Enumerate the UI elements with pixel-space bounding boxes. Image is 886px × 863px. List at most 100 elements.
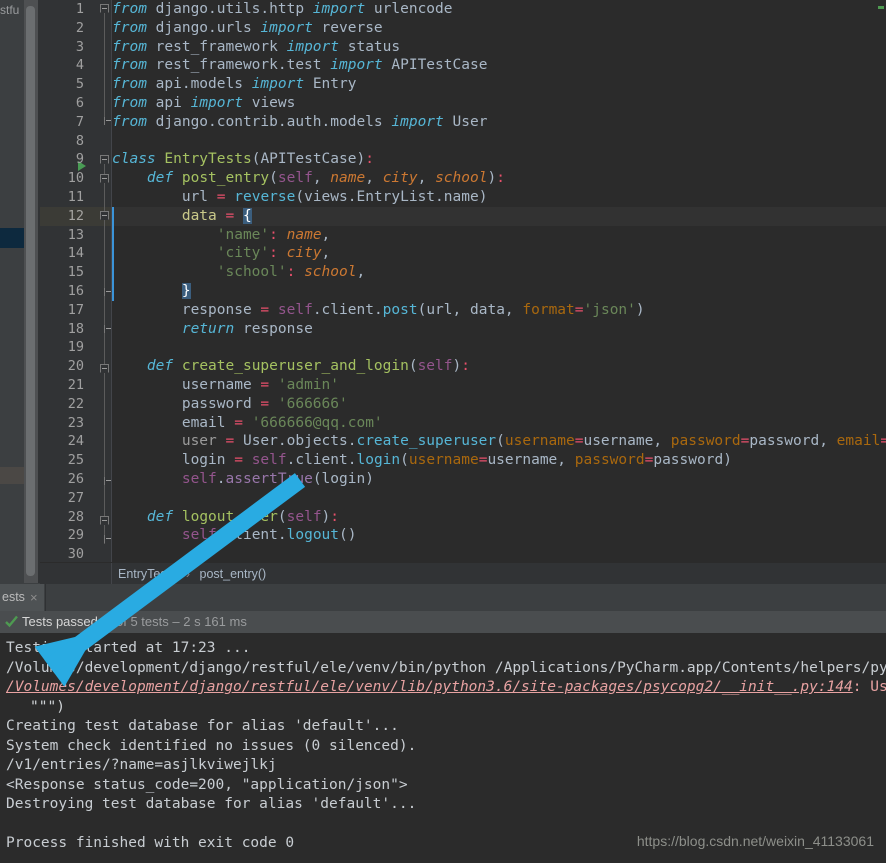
project-tree-selected-item[interactable] — [0, 228, 24, 248]
breadcrumb: EntryTests › post_entry() — [118, 563, 266, 585]
code-line-24: user = User.objects.create_superuser(use… — [181, 433, 886, 450]
test-status-strip: Tests passed: 5 of 5 tests – 2 s 161 ms — [0, 611, 886, 633]
line-number[interactable]: 9 — [40, 150, 112, 169]
code-line-22: password = '666666' — [181, 395, 348, 412]
code-line-16: } — [181, 282, 191, 299]
line-number[interactable]: 19 — [40, 338, 112, 357]
code-line-5: from api.models import Entry — [112, 76, 357, 93]
test-status-text: Tests passed: 5 of 5 tests – 2 s 161 ms — [22, 611, 247, 633]
console-line: System check identified no issues (0 sil… — [6, 737, 417, 754]
breadcrumb-item-method[interactable]: post_entry() — [200, 567, 267, 581]
watermark: https://blog.csdn.net/weixin_41133061 — [636, 833, 874, 849]
code-line-14: 'city': city, — [216, 245, 331, 262]
line-number[interactable]: 7 — [40, 113, 112, 132]
line-number[interactable]: 20 — [40, 357, 112, 376]
code-line-18: return response — [181, 320, 313, 337]
code-line-26: self.assertTrue(login) — [181, 470, 374, 487]
console-line: """) — [30, 698, 65, 715]
line-number[interactable]: 28 — [40, 508, 112, 527]
line-number[interactable]: 13 — [40, 226, 112, 245]
check-icon — [5, 615, 18, 628]
code-line-10: def post_entry(self, name, city, school)… — [146, 170, 505, 187]
code-line-20: def create_superuser_and_login(self): — [146, 358, 470, 375]
code-line-15: 'school': school, — [216, 264, 366, 281]
console-line: Testing started at 17:23 ... — [6, 640, 251, 656]
console-line: /Volumes/development/django/restful/ele/… — [6, 659, 886, 676]
close-icon[interactable]: × — [30, 584, 38, 611]
run-tabbar-empty-area — [45, 584, 886, 611]
line-number-column: 1 2 3 4 5 6 7 8 9 10 11 12 13 14 15 16 17 18 19 20 21 22 23 24 2… — [40, 0, 112, 562]
line-number[interactable]: 26 — [40, 470, 112, 489]
console-line-warning: /Volumes/development/django/restful/ele/… — [6, 679, 886, 695]
status-dash: – — [172, 614, 180, 629]
code-line-7: from django.contrib.auth.models import U… — [112, 113, 488, 130]
pycharm-window: stfu 1 2 3 4 5 6 7 8 9 10 11 12 13 14 15… — [0, 0, 886, 863]
code-line-29: self.client.logout() — [181, 527, 357, 544]
line-number[interactable]: 1 — [40, 0, 112, 19]
project-panel[interactable]: stfu — [0, 0, 24, 583]
editor-marker-ok[interactable] — [878, 6, 884, 9]
line-number[interactable]: 24 — [40, 432, 112, 451]
code-line-11: url = reverse(views.EntryList.name) — [181, 188, 488, 205]
line-number[interactable]: 4 — [40, 56, 112, 75]
code-line-17: response = self.client.post(url, data, f… — [181, 301, 645, 318]
breadcrumb-bar: EntryTests › post_entry() — [40, 562, 886, 585]
line-number[interactable]: 25 — [40, 451, 112, 470]
line-number[interactable]: 17 — [40, 301, 112, 320]
project-panel-scrollbar-thumb[interactable] — [26, 6, 35, 576]
code-line-9: class EntryTests(APITestCase): — [112, 151, 374, 168]
line-number[interactable]: 8 — [40, 132, 112, 151]
status-passed-count: 5 — [105, 614, 113, 629]
line-number[interactable]: 27 — [40, 489, 112, 508]
line-number[interactable]: 16 — [40, 282, 112, 301]
status-duration: 2 s 161 ms — [183, 614, 247, 629]
console-file-link[interactable]: /Volumes/development/django/restful/ele/… — [6, 679, 853, 695]
status-prefix: Tests passed: — [22, 614, 102, 629]
status-of: of — [115, 614, 127, 629]
line-number[interactable]: 2 — [40, 19, 112, 38]
run-tab-label: ests — [2, 590, 25, 604]
code-line-23: email = '666666@qq.com' — [181, 414, 383, 431]
line-number[interactable]: 29 — [40, 526, 112, 545]
project-panel-tab-label[interactable]: stfu — [0, 2, 24, 18]
run-tool-window: ests × Tests passed: 5 of 5 tests – 2 s … — [0, 584, 886, 863]
code-line-6: from api import views — [112, 94, 296, 111]
console-output[interactable]: Testing started at 17:23 ... /Volumes/de… — [0, 633, 886, 863]
breadcrumb-gutter-spacer — [40, 563, 112, 585]
console-line: Creating test database for alias 'defaul… — [6, 718, 399, 734]
run-tool-tabbar: ests × — [0, 584, 886, 611]
line-number[interactable]: 30 — [40, 545, 112, 562]
line-number[interactable]: 18 — [40, 320, 112, 339]
editor-gutter[interactable]: 1 2 3 4 5 6 7 8 9 10 11 12 13 14 15 16 17 18 19 20 21 22 23 24 2… — [40, 0, 112, 562]
line-number[interactable]: 3 — [40, 38, 112, 57]
project-tree-hovered-item[interactable] — [0, 467, 24, 484]
code-line-13: 'name': name, — [216, 226, 331, 243]
line-number[interactable]: 15 — [40, 263, 112, 282]
code-line-12: data = { — [181, 207, 252, 224]
line-number[interactable]: 14 — [40, 244, 112, 263]
line-number[interactable]: 5 — [40, 75, 112, 94]
line-number[interactable]: 6 — [40, 94, 112, 113]
run-tab-tests[interactable]: ests × — [0, 584, 44, 611]
line-number[interactable]: 10 — [40, 169, 112, 188]
line-number[interactable]: 22 — [40, 395, 112, 414]
code-line-21: username = 'admin' — [181, 376, 339, 393]
code-line-25: login = self.client.login(username=usern… — [181, 452, 732, 469]
console-line: <Response status_code=200, "application/… — [6, 776, 408, 793]
code-line-2: from django.urls import reverse — [112, 19, 383, 36]
breadcrumb-separator-icon: › — [185, 567, 191, 581]
line-number[interactable]: 23 — [40, 414, 112, 433]
line-number[interactable]: 21 — [40, 376, 112, 395]
code-line-1: from django.utils.http import urlencode — [112, 1, 453, 17]
code-text-area[interactable]: from django.utils.http import urlencode … — [112, 0, 886, 562]
code-editor[interactable]: 1 2 3 4 5 6 7 8 9 10 11 12 13 14 15 16 17 18 19 20 21 22 23 24 2… — [40, 0, 886, 562]
console-line: Destroying test database for alias 'defa… — [6, 796, 417, 812]
line-number[interactable]: 11 — [40, 188, 112, 207]
line-number[interactable]: 12 — [40, 207, 112, 226]
status-total: 5 tests — [130, 614, 169, 629]
console-line: /v1/entries/?name=asjlkviwejlkj — [6, 757, 277, 773]
code-line-4: from rest_framework.test import APITestC… — [112, 57, 488, 74]
breadcrumb-item-class[interactable]: EntryTests — [118, 567, 176, 581]
code-line-28: def logout_user(self): — [146, 508, 340, 525]
